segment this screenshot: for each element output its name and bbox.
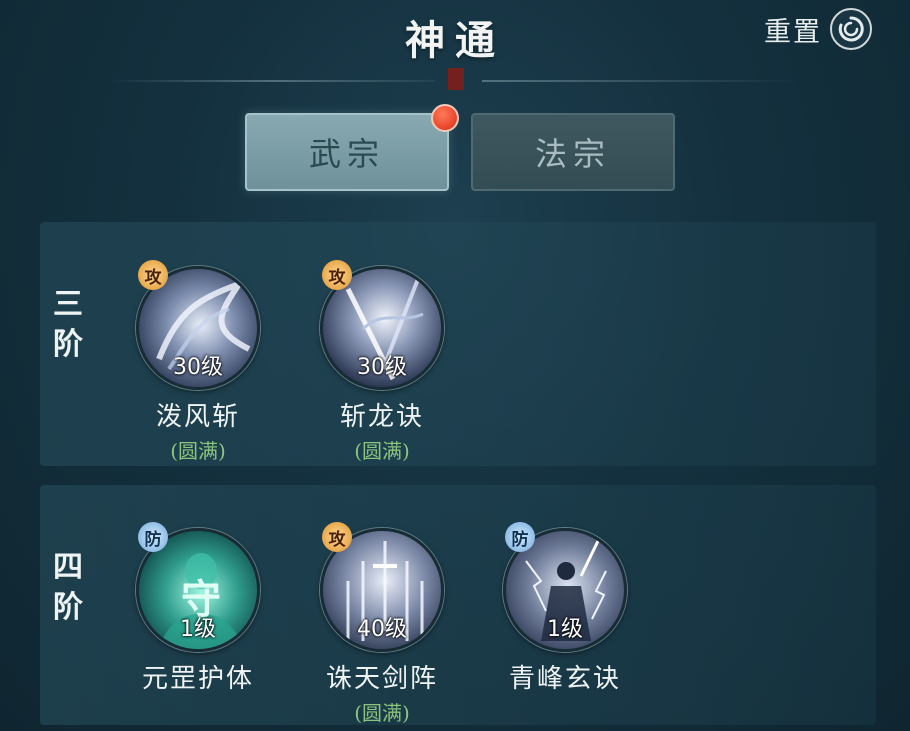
- skill-level: 30级: [357, 355, 407, 380]
- tab-wuzong[interactable]: 武宗: [245, 113, 449, 191]
- defense-badge-icon: 防: [505, 522, 535, 552]
- skill-card: 40级 攻 诛天剑阵 (圆满): [292, 522, 472, 726]
- skill-status: (圆满): [354, 439, 410, 463]
- skill-name: 斩龙诀: [339, 402, 424, 432]
- skill-name: 元罡护体: [141, 664, 254, 694]
- skill-name: 诛天剑阵: [325, 664, 438, 694]
- skill-card: 1级 防 青峰玄诀: [475, 522, 655, 697]
- tier-label-3: 三阶: [53, 287, 83, 362]
- skill-card: 30级 攻 泼风斩 (圆满): [108, 260, 288, 464]
- skill-status: (圆满): [354, 701, 410, 725]
- reset-label: 重置: [764, 16, 822, 48]
- skill-name: 泼风斩: [155, 402, 240, 432]
- reset-button[interactable]: 重置: [764, 8, 872, 50]
- attack-badge-icon: 攻: [322, 522, 352, 552]
- skill-level: 40级: [357, 617, 407, 642]
- swirl-icon: [830, 8, 872, 50]
- notification-dot: [431, 104, 459, 132]
- attack-badge-icon: 攻: [322, 260, 352, 290]
- title-divider-left: [110, 80, 435, 82]
- skill-level: 30级: [173, 355, 223, 380]
- skill-level: 1级: [547, 617, 583, 642]
- skill-card: 30级 攻 斩龙诀 (圆满): [292, 260, 472, 464]
- attack-badge-icon: 攻: [138, 260, 168, 290]
- skill-card: 守 1级 防 元罡护体: [108, 522, 288, 697]
- tier-label-4: 四阶: [53, 550, 83, 625]
- seal-icon: [448, 68, 464, 90]
- skill-status: (圆满): [170, 439, 226, 463]
- skill-name: 青峰玄诀: [508, 664, 621, 694]
- skill-level: 1级: [180, 617, 216, 642]
- title-divider-right: [482, 80, 802, 82]
- tab-fazong[interactable]: 法宗: [471, 113, 675, 191]
- defense-badge-icon: 防: [138, 522, 168, 552]
